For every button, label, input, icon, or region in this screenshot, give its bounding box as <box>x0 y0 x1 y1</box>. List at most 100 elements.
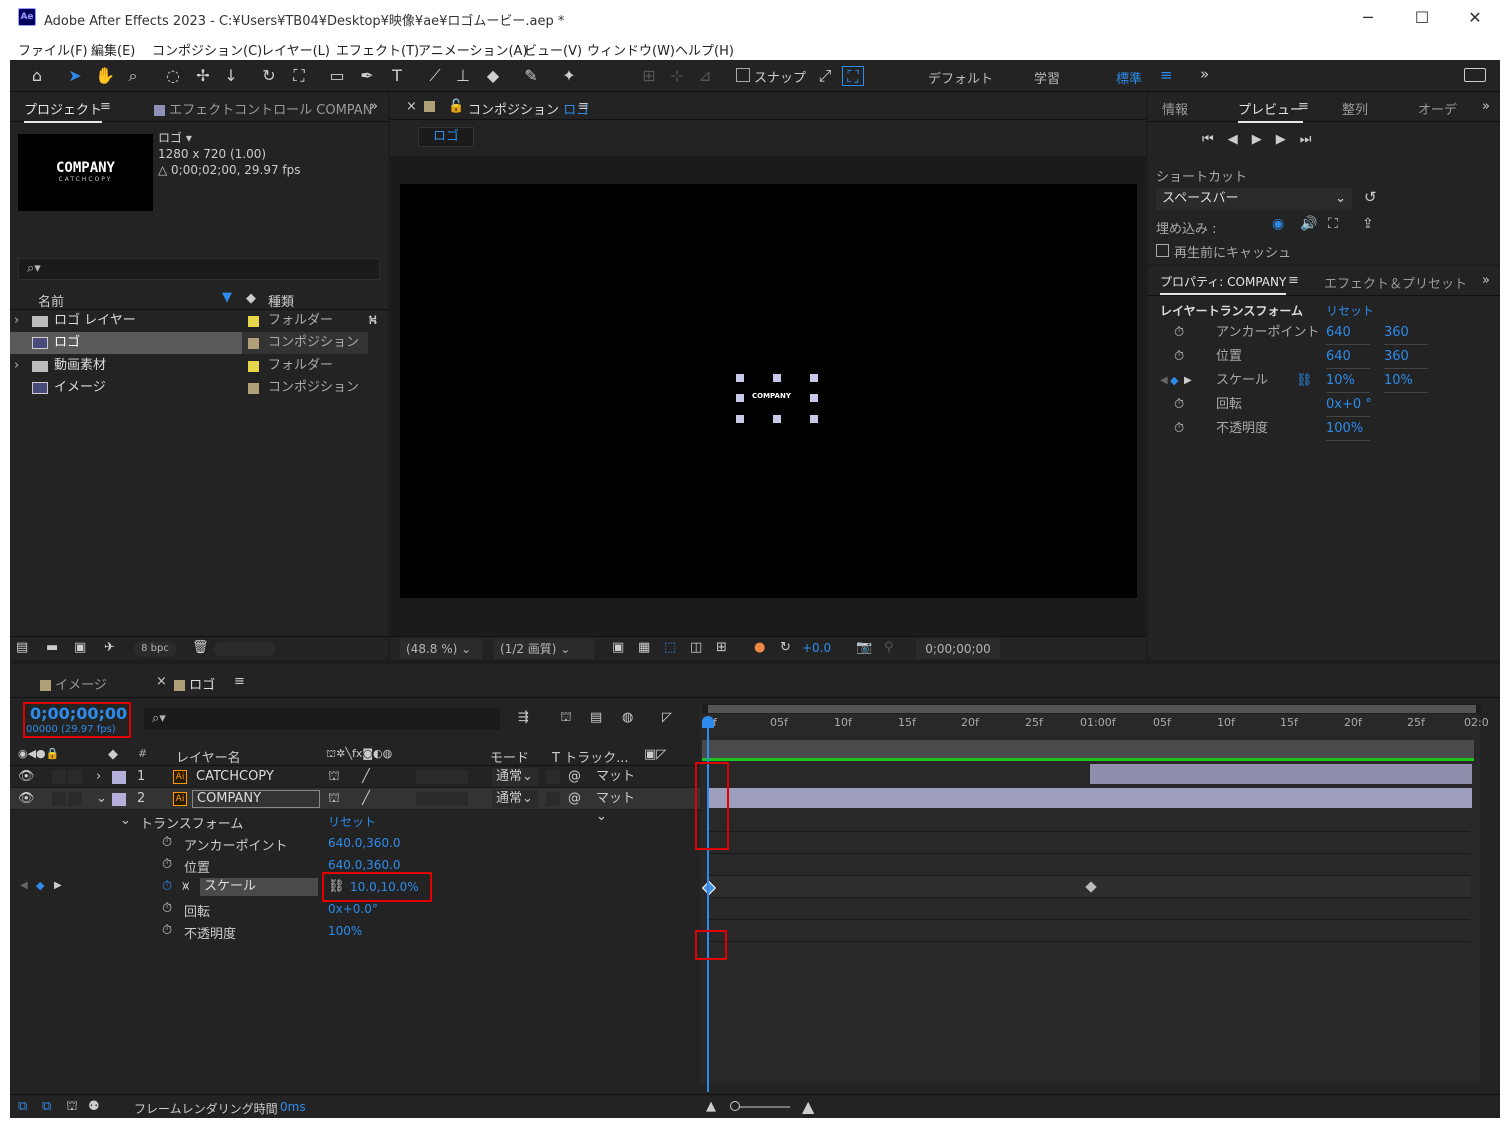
table-row[interactable]: 👁 › 1 Ai CATCHCOPY ⛫ ╱ 通常⌄ @ マット⌄ <box>10 766 700 802</box>
roto-brush-icon[interactable]: ✎ <box>520 66 542 86</box>
project-search-input[interactable]: ⌕▾ <box>18 258 380 280</box>
eye-icon[interactable]: 👁 <box>18 769 35 784</box>
shortcut-dropdown[interactable]: スペースバー ⌄ <box>1156 188 1352 210</box>
export-icon[interactable]: ⇪ <box>1362 216 1374 232</box>
snap-checkbox[interactable] <box>736 68 750 82</box>
next-keyframe-icon[interactable]: ▶ <box>1184 370 1192 392</box>
column-type[interactable]: 種類 <box>268 291 294 310</box>
label-swatch[interactable] <box>248 338 259 349</box>
zoom-in-icon[interactable]: ▲ <box>802 1097 814 1116</box>
cache-checkbox[interactable] <box>1156 244 1169 257</box>
text-tool-icon[interactable]: T <box>386 66 408 86</box>
tab-image[interactable]: イメージ <box>55 678 107 693</box>
property-value-1[interactable]: 640 <box>1326 322 1370 345</box>
tab-audio[interactable]: オーデ <box>1418 99 1457 118</box>
time-ruler[interactable]: 0f 05f 10f 15f 20f 25f 01:00f 05f 10f 15… <box>702 716 1489 736</box>
switch-boxes[interactable] <box>416 792 468 806</box>
snap-feature-icon[interactable]: ⛶ <box>842 66 864 86</box>
comp-canvas[interactable]: COMPANY <box>400 184 1137 598</box>
frame-blending-icon[interactable]: ◍ <box>622 710 633 725</box>
column-track-matte[interactable]: T トラック... <box>552 747 628 766</box>
work-area-bar[interactable] <box>702 740 1474 758</box>
constrain-link-icon[interactable]: ⛓ <box>1296 370 1313 392</box>
stopwatch-icon[interactable]: ⏱ <box>162 835 172 850</box>
lock-box[interactable] <box>68 792 82 806</box>
property-value[interactable]: 100% <box>328 924 362 938</box>
list-item[interactable]: › 動画素材 フォルダー <box>10 355 370 377</box>
property-value[interactable]: 640.0,360.0 <box>328 858 401 872</box>
property-value-1[interactable]: 0x+0 ° <box>1326 394 1372 417</box>
dolly-camera-icon[interactable]: ↓ <box>220 66 242 86</box>
stopwatch-icon[interactable]: ⏱ <box>1174 346 1184 368</box>
label-swatch[interactable] <box>248 361 259 372</box>
grid-options-icon[interactable]: ⊞ <box>716 640 727 655</box>
graph-icon[interactable]: ⩙ <box>182 879 189 894</box>
pen-tool-icon[interactable]: ✒ <box>356 66 378 86</box>
panel-more-icon[interactable]: » <box>1482 273 1490 288</box>
resolution-dropdown[interactable]: (1/2 画質) ⌄ <box>494 639 594 659</box>
property-value[interactable]: 0x+0.0° <box>328 902 378 916</box>
pickwhip-icon[interactable]: @ <box>568 791 581 806</box>
tab-effects-presets[interactable]: エフェクト＆プリセット <box>1324 273 1467 292</box>
hand-tool-icon[interactable]: ✋ <box>94 66 116 86</box>
shy-switch-icon[interactable]: ⛫ <box>328 769 340 786</box>
comp-subtab[interactable]: ロゴ <box>418 127 474 147</box>
tab-effect-controls[interactable]: エフェクトコントロール COMPAN <box>169 103 372 118</box>
menu-animation[interactable]: アニメーション(A) <box>418 40 528 59</box>
property-row[interactable]: ⏱ 回転 0x+0.0° <box>10 898 700 920</box>
video-toggle-icon[interactable]: ◉ <box>1272 216 1284 232</box>
bit-depth-button[interactable]: 8 bpc <box>134 641 176 657</box>
collapse-arrow-icon[interactable]: ⌄ <box>96 791 107 806</box>
expand-arrow-icon[interactable]: › <box>14 355 19 377</box>
keyframe-icon[interactable]: ◆ <box>36 879 44 892</box>
next-frame-icon[interactable]: ▶ <box>1276 132 1300 147</box>
close-tab-icon[interactable]: × <box>156 674 167 689</box>
stopwatch-icon[interactable]: ⏱ <box>162 857 172 872</box>
mode-dropdown[interactable]: 通常⌄ <box>492 768 538 786</box>
panel-more-icon[interactable]: » <box>1482 99 1490 114</box>
transform-group-row[interactable]: ⌄ トランスフォーム リセット <box>10 810 700 832</box>
comp-menu-icon[interactable]: ≡ <box>578 99 589 114</box>
next-keyframe-icon[interactable]: ▶ <box>54 880 62 891</box>
prev-keyframe-icon[interactable]: ◀ <box>20 880 28 891</box>
quality-switch-icon[interactable]: ╱ <box>362 769 370 784</box>
pickwhip-icon[interactable]: @ <box>568 769 581 784</box>
tab-align[interactable]: 整列 <box>1342 99 1368 118</box>
close-button[interactable]: ✕ <box>1455 6 1495 30</box>
menu-edit[interactable]: 編集(E) <box>91 40 135 59</box>
project-menu-icon[interactable]: ≡ <box>100 99 111 114</box>
snap-option-icon[interactable]: ⤢ <box>814 66 836 86</box>
eye-icon[interactable]: 👁 <box>18 791 35 806</box>
show-snapshot-icon[interactable]: ⚲ <box>884 640 894 655</box>
menu-layer[interactable]: レイヤー(L) <box>261 40 330 59</box>
reset-link[interactable]: リセット <box>328 813 376 830</box>
solo-box[interactable] <box>52 792 66 806</box>
menu-composition[interactable]: コンポジション(C) <box>152 40 262 59</box>
new-composition-icon[interactable]: ▣ <box>74 640 86 655</box>
workspace-menu-icon[interactable]: ≡ <box>1160 66 1173 84</box>
layer-bar-company[interactable] <box>708 788 1472 808</box>
reset-exposure-icon[interactable]: ↻ <box>780 640 791 655</box>
panel-more-icon[interactable]: » <box>370 99 378 114</box>
axis-view-icon[interactable]: ⊿ <box>694 66 716 86</box>
collapse-arrow-icon[interactable]: ⌄ <box>120 813 131 828</box>
zoom-out-icon[interactable]: ▲ <box>706 1099 716 1114</box>
layer-name[interactable]: CATCHCOPY <box>196 769 274 784</box>
expand-arrow-icon[interactable]: › <box>14 310 19 332</box>
channel-icon[interactable]: ● <box>754 640 765 655</box>
home-icon[interactable]: ⌂ <box>26 66 48 86</box>
layer-bar-catchcopy[interactable] <box>1090 764 1472 784</box>
property-value-2[interactable]: 360 <box>1384 322 1428 345</box>
property-value-1[interactable]: 10% <box>1326 370 1370 393</box>
zoom-slider-handle[interactable] <box>730 1101 740 1111</box>
stopwatch-icon[interactable]: ⏱ <box>162 901 172 916</box>
stopwatch-active-icon[interactable]: ⏱ <box>162 879 172 894</box>
list-item[interactable]: › ロゴ レイヤー フォルダー ⛕ <box>10 310 378 332</box>
prev-keyframe-icon[interactable]: ◀ <box>1160 370 1168 392</box>
preserve-transparency-box[interactable] <box>546 770 560 784</box>
table-row-selected[interactable]: 👁 ⌄ 2 Ai COMPANY ⛫ ╱ 通常⌄ @ マット⌄ <box>10 788 700 824</box>
last-frame-icon[interactable]: ⏭ <box>1300 132 1326 147</box>
axis-local-icon[interactable]: ⊞ <box>638 66 660 86</box>
column-mode[interactable]: モード <box>490 747 529 766</box>
layer-switches-toggle-icon[interactable]: ⧉ <box>18 1099 27 1114</box>
